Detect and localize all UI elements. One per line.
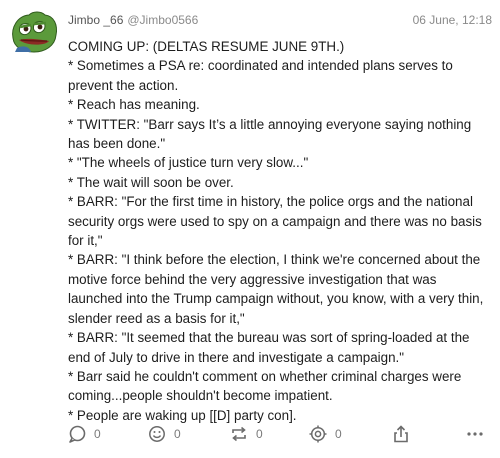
reply-button[interactable]: 0 [68,421,101,447]
post-actions: 0 0 0 0 [68,421,492,447]
reaction-count: 0 [174,427,181,441]
post-header: Jimbo _66 @Jimbo0566 06 June, 12:18 [68,13,492,29]
more-dots-icon [467,432,483,436]
repost-count: 0 [256,427,263,441]
post-line: * Barr said he couldn't comment on wheth… [68,368,462,404]
smiley-icon [149,426,165,442]
post-line: * BARR: "For the first time in history, … [68,194,482,249]
post-line: * The wait will soon be over. [68,174,234,190]
crosshair-icon [309,425,327,443]
pepe-frog-avatar-icon [12,11,57,53]
post-line: * BARR: "It seemed that the bureau was s… [68,330,470,365]
repost-arrows-icon [232,426,246,442]
author-name[interactable]: Jimbo _66 [68,13,123,27]
post-line: * Sometimes a PSA re: coordinated and in… [68,58,453,93]
reaction-button[interactable]: 0 [148,421,181,447]
target-button[interactable]: 0 [309,421,342,447]
avatar[interactable] [9,8,59,54]
reply-count: 0 [94,427,101,441]
share-icon [394,425,408,443]
repost-button[interactable]: 0 [230,421,263,447]
post-timestamp[interactable]: 06 June, 12:18 [413,13,492,27]
post-body: COMING UP: (DELTAS RESUME JUNE 9TH.) * S… [68,37,492,425]
post-line: * TWITTER: "Barr says It’s a little anno… [68,116,472,152]
share-button[interactable] [392,421,410,447]
target-count: 0 [335,427,342,441]
more-button[interactable] [466,421,484,447]
post-line: * Reach has meaning. [68,97,200,113]
author-handle[interactable]: @Jimbo0566 [127,13,198,27]
speech-bubble-icon [69,425,86,443]
post-line: * "The wheels of justice turn very slow.… [68,155,309,171]
post-line: COMING UP: (DELTAS RESUME JUNE 9TH.) [68,39,345,54]
post-line: * BARR: "I think before the election, I … [68,252,484,326]
